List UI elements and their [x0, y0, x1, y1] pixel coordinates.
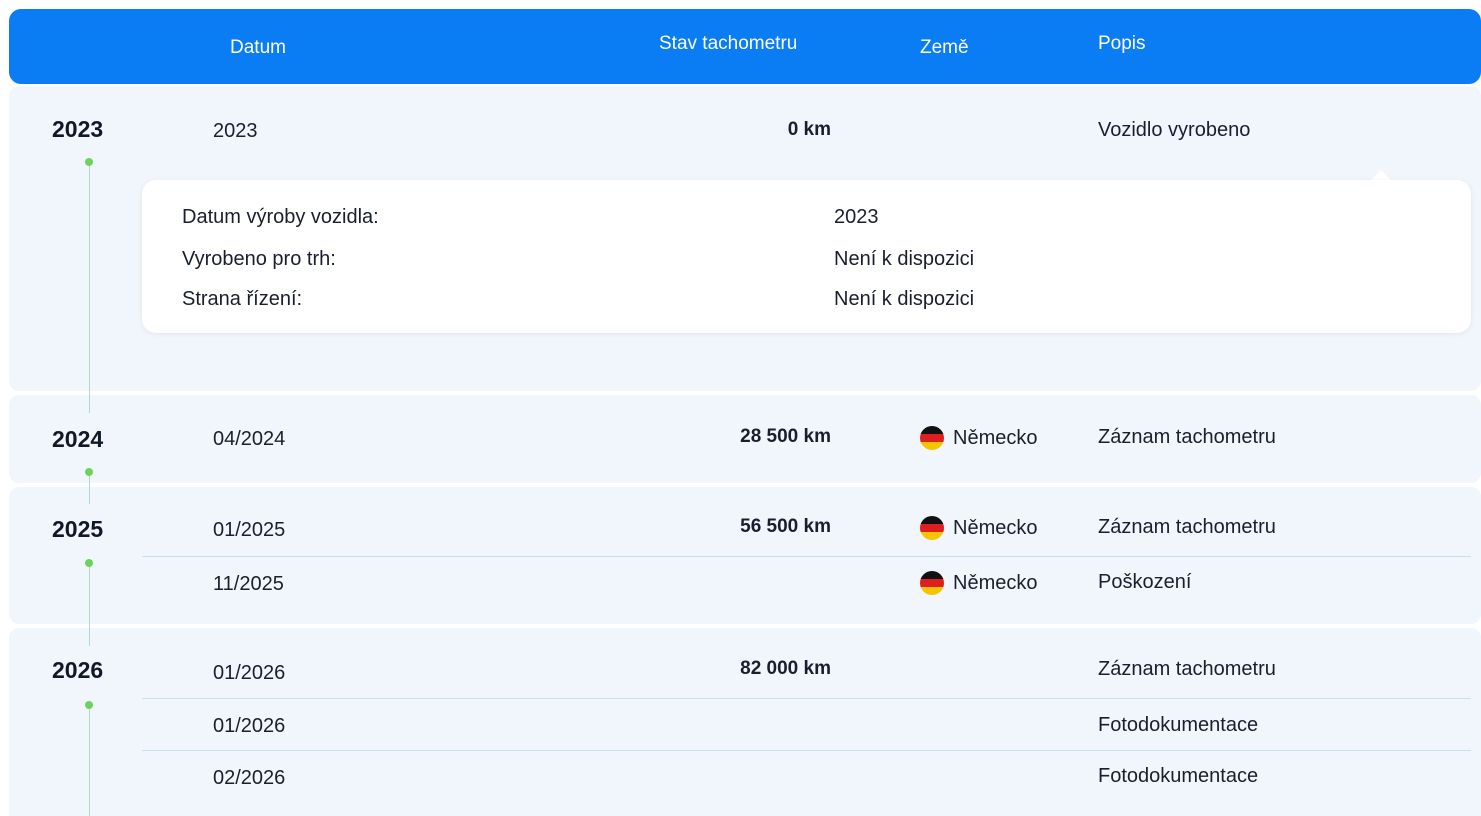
table-header: Datum Stav tachometru Země Popis: [9, 9, 1481, 84]
entry-description: Záznam tachometru: [1098, 658, 1276, 680]
entry-date: 02/2026: [213, 767, 286, 789]
entry-description: Záznam tachometru: [1098, 426, 1276, 448]
timeline-dot: [85, 559, 93, 567]
entry-date: 04/2024: [213, 428, 286, 450]
germany-flag-icon: [920, 516, 944, 540]
timeline-line: [88, 706, 90, 816]
entry-odometer: 0 km: [787, 119, 831, 140]
entry-date: 2023: [213, 120, 258, 142]
entry-date: 11/2025: [213, 573, 284, 595]
entry-odometer: 28 500 km: [740, 426, 831, 447]
entry-country: Německo: [920, 426, 1037, 450]
detail-value: 2023: [834, 206, 879, 228]
entry-country: Německo: [920, 516, 1037, 540]
entry-odometer: 56 500 km: [740, 516, 831, 537]
timeline-line: [88, 564, 90, 646]
entry-date: 01/2026: [213, 662, 286, 684]
year-label: 2024: [52, 426, 104, 452]
year-label: 2026: [52, 657, 104, 683]
row-divider: [142, 750, 1471, 751]
row-divider: [142, 556, 1471, 557]
country-name: Německo: [953, 426, 1038, 449]
vehicle-details-popover: [142, 180, 1471, 333]
timeline-dot: [85, 158, 93, 166]
detail-label: Vyrobeno pro trh:: [182, 248, 336, 270]
row-divider: [142, 698, 1471, 699]
timeline-line: [88, 163, 90, 413]
entry-description: Záznam tachometru: [1098, 516, 1276, 538]
country-name: Německo: [953, 571, 1038, 594]
year-label: 2023: [52, 116, 104, 142]
year-label: 2025: [52, 516, 104, 542]
entry-description: Fotodokumentace: [1098, 765, 1259, 787]
germany-flag-icon: [920, 571, 944, 595]
entry-description: Vozidlo vyrobeno: [1098, 119, 1251, 141]
entry-date: 01/2025: [213, 519, 286, 541]
timeline-dot: [85, 701, 93, 709]
entry-description: Fotodokumentace: [1098, 714, 1259, 736]
timeline-dot: [85, 468, 93, 476]
germany-flag-icon: [920, 426, 944, 450]
column-header-description: Popis: [1098, 33, 1146, 54]
entry-date: 01/2026: [213, 715, 286, 737]
entry-country: Německo: [920, 571, 1037, 595]
detail-label: Strana řízení:: [182, 288, 303, 310]
country-name: Německo: [953, 516, 1038, 539]
timeline-line: [88, 474, 90, 504]
entry-description: Poškození: [1098, 571, 1192, 593]
detail-label: Datum výroby vozidla:: [182, 206, 379, 228]
column-header-country: Země: [920, 37, 969, 58]
column-header-odometer: Stav tachometru: [659, 33, 798, 54]
detail-value: Není k dispozici: [834, 288, 975, 310]
entry-odometer: 82 000 km: [740, 658, 831, 679]
detail-value: Není k dispozici: [834, 248, 975, 270]
column-header-date: Datum: [230, 37, 286, 58]
